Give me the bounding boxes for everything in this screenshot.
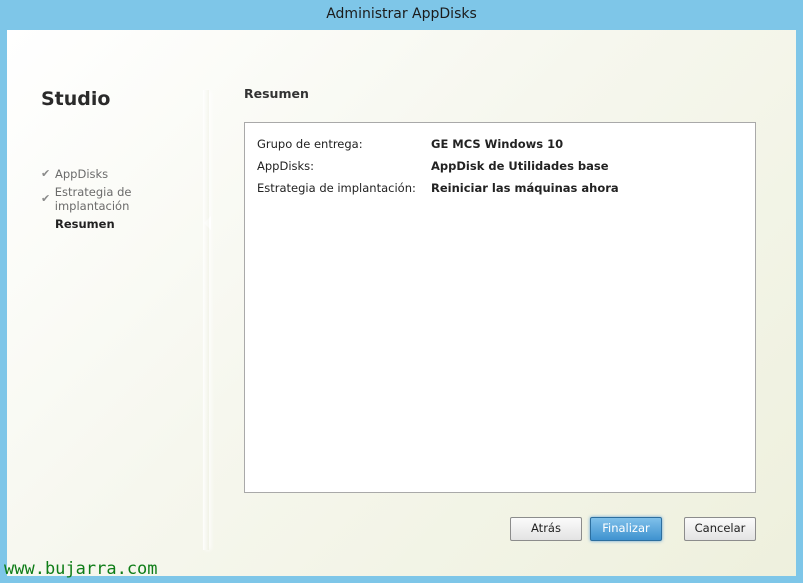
summary-row-appdisks: AppDisks: AppDisk de Utilidades base [257, 159, 609, 173]
summary-panel: Grupo de entrega: GE MCS Windows 10 AppDi… [244, 122, 756, 493]
step-label: Estrategia de implantación [54, 184, 132, 213]
watermark-text: www.bujarra.com [4, 559, 158, 579]
step-summary: ✔ Resumen [41, 211, 207, 236]
section-title: Resumen [244, 86, 309, 101]
summary-row-strategy: Estrategia de implantación: Reiniciar las… [257, 181, 619, 195]
checkmark-icon: ✔ [41, 167, 51, 180]
finish-button[interactable]: Finalizar [590, 517, 662, 541]
step-label: Resumen [55, 216, 115, 231]
window-title: Administrar AppDisks [326, 6, 477, 22]
current-step-pointer [204, 216, 211, 230]
wizard-sidebar: Studio ✔ AppDisks ✔ Estrategia de implan… [7, 30, 211, 576]
cancel-button[interactable]: Cancelar [684, 517, 756, 541]
dialog-client-area: Studio ✔ AppDisks ✔ Estrategia de implan… [7, 30, 796, 576]
checkmark-icon: ✔ [41, 192, 51, 205]
sidebar-heading: Studio [41, 88, 111, 110]
summary-value: Reiniciar las máquinas ahora [431, 181, 619, 195]
summary-label: Estrategia de implantación: [257, 181, 416, 195]
window-titlebar: Administrar AppDisks [0, 0, 803, 30]
step-appdisks: ✔ AppDisks [41, 161, 207, 186]
summary-value: AppDisk de Utilidades base [431, 159, 609, 173]
step-deployment-strategy: ✔ Estrategia de implantación [41, 184, 207, 213]
summary-label: Grupo de entrega: [257, 137, 363, 151]
back-button[interactable]: Atrás [510, 517, 582, 541]
step-label: AppDisks [55, 166, 109, 181]
wizard-steps: ✔ AppDisks ✔ Estrategia de implantación … [41, 161, 207, 236]
summary-label: AppDisks: [257, 159, 315, 173]
summary-value: GE MCS Windows 10 [431, 137, 564, 151]
summary-row-delivery-group: Grupo de entrega: GE MCS Windows 10 [257, 137, 563, 151]
